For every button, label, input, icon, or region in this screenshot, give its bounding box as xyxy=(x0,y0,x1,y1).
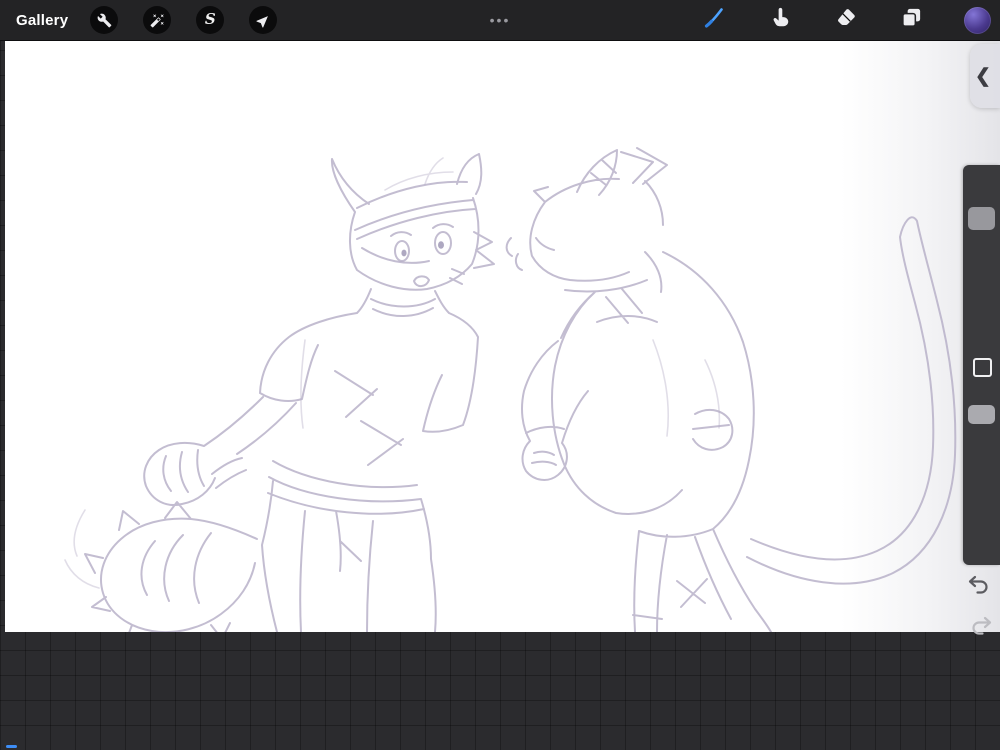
undo-arrow-icon xyxy=(964,575,992,602)
side-control-strip xyxy=(963,165,1000,565)
transform-button[interactable] xyxy=(249,6,278,34)
eraser-icon xyxy=(835,7,857,34)
corner-accent xyxy=(6,745,17,748)
brush-size-slider[interactable] xyxy=(963,165,1000,355)
redo-button[interactable] xyxy=(968,611,996,639)
opacity-slider[interactable] xyxy=(963,390,1000,565)
sketch-left-character xyxy=(84,153,495,632)
modify-button[interactable] xyxy=(973,358,992,377)
smudge-tool-button[interactable] xyxy=(766,7,793,34)
chevron-left-icon: ❮ xyxy=(975,65,991,87)
redo-arrow-icon xyxy=(968,616,996,643)
actions-button[interactable] xyxy=(90,6,119,34)
sketch-right-character xyxy=(505,147,957,632)
top-toolbar: Gallery S ••• xyxy=(0,0,1000,41)
layers-icon xyxy=(900,6,923,34)
layers-button[interactable] xyxy=(898,7,925,34)
active-color-swatch xyxy=(964,6,991,34)
canvas-sketch xyxy=(64,147,957,632)
finger-icon xyxy=(769,7,791,34)
s-glyph-icon: S xyxy=(204,9,216,28)
opacity-handle[interactable] xyxy=(968,405,995,424)
sketch-faint-lines xyxy=(64,157,721,589)
brush-icon xyxy=(701,5,727,36)
left-tool-group: S xyxy=(90,6,278,34)
color-swatch-button[interactable] xyxy=(964,6,991,34)
paint-tool-button[interactable] xyxy=(700,7,727,34)
side-panel-handle[interactable]: ❮ xyxy=(970,44,1000,108)
arrow-cursor-icon xyxy=(256,13,271,28)
wrench-icon xyxy=(97,13,112,28)
brush-size-handle[interactable] xyxy=(968,207,995,230)
erase-tool-button[interactable] xyxy=(832,7,859,34)
more-dots-button[interactable]: ••• xyxy=(490,12,511,28)
magic-wand-icon xyxy=(150,13,165,28)
undo-button[interactable] xyxy=(964,570,992,598)
selection-button[interactable]: S xyxy=(196,6,225,34)
drawing-canvas[interactable] xyxy=(5,40,1000,632)
right-tool-group xyxy=(700,0,991,40)
gallery-button[interactable]: Gallery xyxy=(16,12,68,29)
adjustments-button[interactable] xyxy=(143,6,172,34)
